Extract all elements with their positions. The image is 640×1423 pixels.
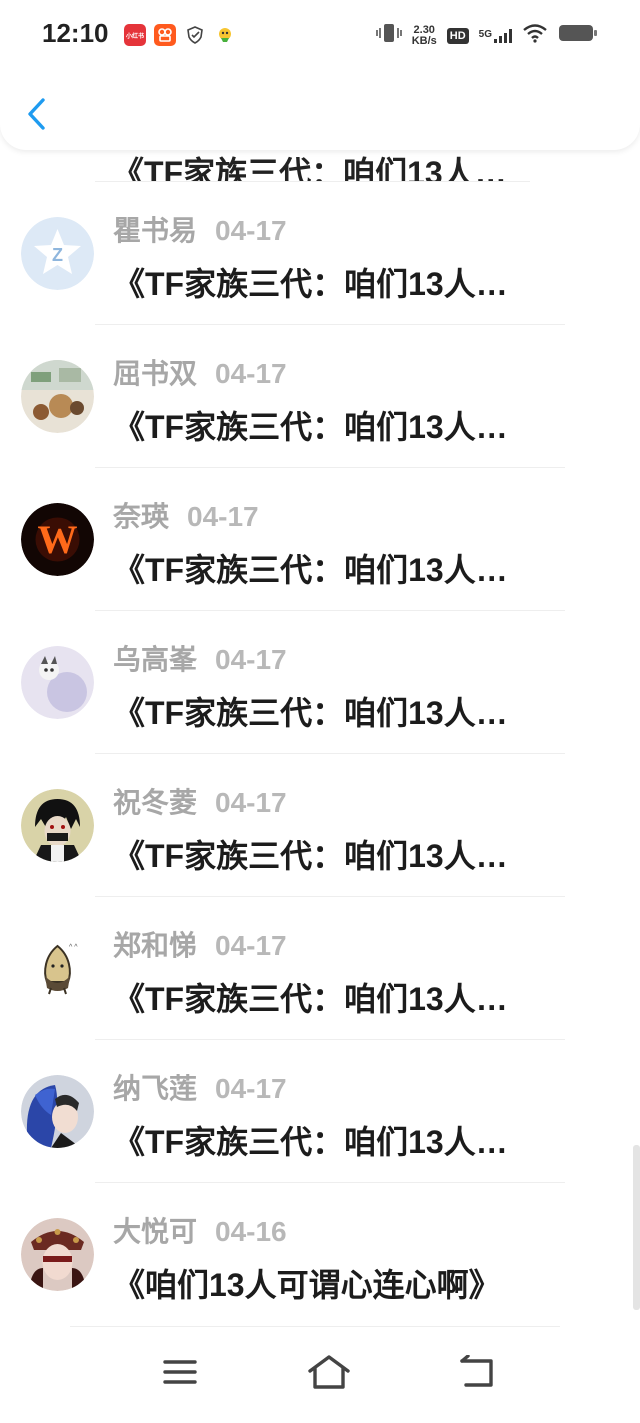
scrollbar-thumb[interactable] [633,1145,640,1310]
item-date: 04-17 [187,501,259,532]
menu-icon [163,1360,197,1384]
qq-icon [214,24,236,46]
user-name[interactable]: 祝冬菱 [113,787,197,818]
top-header-card: 12:10 小红书 2.30 KB/s HD 5G [0,0,640,150]
system-nav-bar [0,1350,640,1423]
kuaishou-icon [154,24,176,46]
divider [95,1039,565,1040]
item-title: 《TF家族三代：咱们13人… [113,409,508,445]
screen: 《TF家族三代：咱们13人… Z 瞿书易 04-17 《TF家族三代：咱们13人… [0,0,640,1423]
network-type: 5G [478,28,492,40]
user-name[interactable]: 郑和悌 [113,930,197,961]
item-title: 《咱们13人可谓心连心啊》 [113,1267,501,1303]
svg-text:^ ^: ^ ^ [69,944,78,951]
back-nav-button[interactable] [456,1350,500,1394]
vibrate-icon [375,22,402,49]
user-name[interactable]: 屈书双 [113,358,197,389]
status-app-icons: 小红书 [124,24,236,46]
shield-icon [184,24,206,46]
list-item[interactable]: 乌高峯 04-17 《TF家族三代：咱们13人… [0,612,640,755]
item-date: 04-17 [215,644,287,675]
item-date: 04-17 [215,1073,287,1104]
divider [95,753,565,754]
user-name[interactable]: 乌高峯 [113,644,197,675]
divider [95,896,565,897]
item-meta: 乌高峯 04-17 [113,638,287,678]
divider [95,181,530,182]
list-item[interactable]: 屈书双 04-17 《TF家族三代：咱们13人… [0,326,640,469]
user-name[interactable]: 纳飞莲 [113,1073,197,1104]
blue-hair-avatar[interactable] [21,1075,94,1148]
chevron-left-icon [28,98,45,130]
list-item[interactable]: 祝冬菱 04-17 《TF家族三代：咱们13人… [0,755,640,898]
menu-button[interactable] [158,1350,202,1394]
net-speed-value: 2.30 [413,23,435,36]
item-title: 《TF家族三代：咱们13人… [113,981,508,1017]
cartoon-egg-avatar[interactable]: ^ ^ [21,932,94,1005]
svg-text:W: W [38,517,78,562]
status-indicators: 2.30 KB/s HD 5G [375,22,598,49]
header-bar [0,80,640,150]
watercolor-cat-avatar[interactable] [21,646,94,719]
back-icon [460,1355,493,1387]
home-button[interactable] [307,1350,351,1394]
item-meta: 屈书双 04-17 [113,352,287,392]
status-bar: 12:10 小红书 2.30 KB/s HD 5G [0,0,640,70]
list-item[interactable]: W 奈瑛 04-17 《TF家族三代：咱们13人… [0,469,640,612]
home-icon [308,1355,350,1389]
list-item[interactable]: Z 瞿书易 04-17 《TF家族三代：咱们13人… [0,183,640,326]
item-date: 04-16 [215,1216,287,1247]
item-date: 04-17 [215,215,287,246]
item-meta: 大悦可 04-16 [113,1210,287,1250]
item-title: 《TF家族三代：咱们13人… [112,155,507,182]
item-date: 04-17 [215,787,287,818]
xiaohongshu-icon: 小红书 [124,24,146,46]
divider [95,324,565,325]
item-title: 《TF家族三代：咱们13人… [113,552,508,588]
hd-badge: HD [446,27,469,44]
item-meta: 瞿书易 04-17 [113,209,287,249]
item-meta: 奈瑛 04-17 [113,495,259,535]
user-name[interactable]: 大悦可 [113,1216,197,1247]
list-item[interactable]: ^ ^ 郑和悌 04-17 《TF家族三代：咱们13人… [0,898,640,1041]
net-speed-unit: KB/s [411,34,437,47]
divider [95,610,565,611]
item-meta: 纳飞莲 04-17 [113,1067,287,1107]
anime-boy-avatar[interactable] [21,789,94,862]
list-item[interactable]: 纳飞莲 04-17 《TF家族三代：咱们13人… [0,1041,640,1184]
item-date: 04-17 [215,358,287,389]
divider [70,1326,560,1327]
list-item[interactable]: 大悦可 04-16 《咱们13人可谓心连心啊》 [0,1184,640,1327]
item-title: 《TF家族三代：咱们13人… [113,1124,508,1160]
svg-text:Z: Z [52,245,63,265]
qq-default-avatar[interactable]: Z [21,217,94,290]
item-meta: 郑和悌 04-17 [113,924,287,964]
item-title: 《TF家族三代：咱们13人… [113,266,508,302]
opera-avatar[interactable] [21,1218,94,1291]
fire-w-avatar[interactable]: W [21,503,94,576]
back-button[interactable] [18,94,54,134]
battery-icon [558,23,598,48]
status-time: 12:10 [42,18,109,48]
signal-icon: 5G [478,28,512,43]
item-title: 《TF家族三代：咱们13人… [113,838,508,874]
wifi-icon [522,23,548,48]
item-date: 04-17 [215,930,287,961]
network-speed: 2.30 KB/s [411,23,437,47]
photo-avatar[interactable] [21,360,94,433]
divider [95,467,565,468]
item-meta: 祝冬菱 04-17 [113,781,287,821]
divider [95,1182,565,1183]
user-name[interactable]: 奈瑛 [113,501,169,532]
user-name[interactable]: 瞿书易 [113,215,197,246]
item-title: 《TF家族三代：咱们13人… [113,695,508,731]
